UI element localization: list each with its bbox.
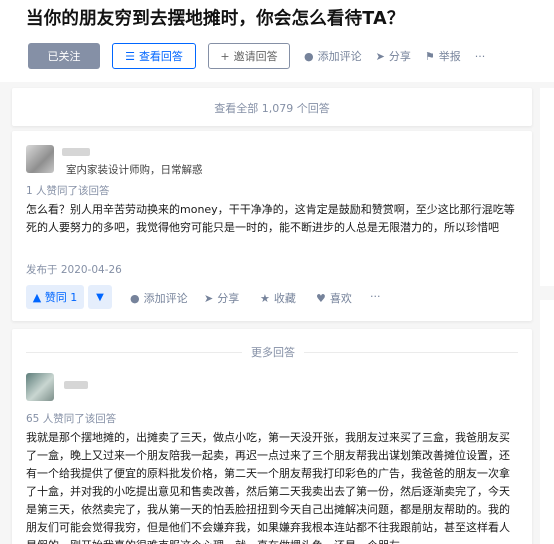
view-all-card: 查看全部 1,079 个回答	[12, 88, 532, 126]
publish-date[interactable]: 发布于 2020-04-26	[26, 262, 122, 277]
invite-answer-label: 邀请回答	[233, 50, 278, 63]
flag-icon: ⚑	[424, 49, 435, 63]
answer-card: 室内家装设计师购，日常解惑 1 人赞同了该回答 怎么看？别人用辛苦劳动换来的mo…	[12, 131, 532, 321]
answer-comment-button[interactable]: ● 添加评论	[130, 290, 188, 306]
collect-label: 收藏	[273, 292, 296, 305]
more-answers-card: 更多回答 65 人赞同了该回答 我就是那个摆地摊的，出摊卖了三天，做点小吃，第一…	[12, 329, 532, 544]
author-headline: 室内家装设计师购，日常解惑	[66, 164, 203, 176]
paper-plane-icon: ➤	[375, 49, 385, 63]
collect-button[interactable]: ★ 收藏	[260, 290, 296, 306]
view-answers-button[interactable]: ☰ 查看回答	[112, 43, 196, 69]
add-person-icon: +	[220, 49, 230, 63]
speech-bubble-icon: ●	[130, 291, 140, 305]
answer-share-button[interactable]: ➤ 分享	[204, 290, 239, 306]
author-name[interactable]	[62, 148, 90, 156]
like-label: 喜欢	[329, 292, 352, 305]
star-icon: ★	[260, 291, 270, 305]
sidebar-card	[540, 88, 554, 286]
question-header: 当你的朋友穷到去摆地摊时，你会怎么看待TA？ 已关注 ☰ 查看回答 + 邀请回答…	[0, 0, 554, 82]
share-button[interactable]: ➤ 分享	[376, 48, 411, 64]
question-actions: 已关注 ☰ 查看回答 + 邀请回答 ● 添加评论 ➤ 分享 ⚑ 举报 ···	[28, 43, 485, 69]
more-actions-button[interactable]: ···	[475, 50, 486, 63]
invite-answer-button[interactable]: + 邀请回答	[208, 43, 290, 69]
followed-button[interactable]: 已关注	[28, 43, 100, 69]
like-button[interactable]: ♥ 喜欢	[316, 290, 352, 306]
report-button[interactable]: ⚑ 举报	[425, 48, 461, 64]
answer-more-button[interactable]: ···	[370, 290, 381, 303]
heart-icon: ♥	[316, 291, 326, 305]
list-pen-icon: ☰	[125, 49, 135, 63]
answer-content: 我就是那个摆地摊的，出摊卖了三天，做点小吃，第一天没开张，我朋友过来买了三盒，我…	[26, 431, 510, 544]
voters-count[interactable]: 1 人赞同了该回答	[26, 183, 110, 198]
add-comment-label: 添加评论	[317, 50, 362, 63]
vote-down-button[interactable]: ▼	[88, 285, 112, 309]
speech-bubble-icon: ●	[304, 49, 314, 63]
avatar[interactable]	[26, 145, 54, 173]
avatar[interactable]	[26, 373, 54, 401]
add-comment-button[interactable]: ● 添加评论	[304, 48, 362, 64]
sidebar-card	[540, 300, 554, 544]
vote-up-button[interactable]: ▲ 赞同 1	[26, 285, 84, 309]
report-label: 举报	[438, 50, 461, 63]
question-title: 当你的朋友穷到去摆地摊时，你会怎么看待TA？	[26, 9, 405, 29]
view-all-answers-link[interactable]: 查看全部 1,079 个回答	[12, 100, 532, 116]
share-label: 分享	[388, 50, 411, 63]
answer-comment-label: 添加评论	[143, 292, 188, 305]
answer-content: 怎么看？别人用辛苦劳动换来的money，干干净净的，这肯定是鼓励和赞赏啊，至少这…	[26, 203, 515, 234]
answer-share-label: 分享	[217, 292, 240, 305]
view-answers-label: 查看回答	[138, 50, 183, 63]
paper-plane-icon: ➤	[204, 291, 214, 305]
author-name[interactable]	[64, 381, 88, 389]
voters-count[interactable]: 65 人赞同了该回答	[26, 411, 116, 426]
more-answers-label: 更多回答	[242, 344, 304, 360]
